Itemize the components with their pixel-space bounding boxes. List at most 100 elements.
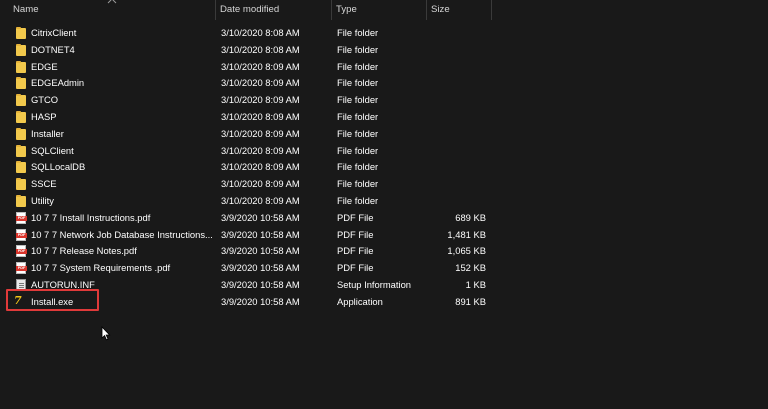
folder-icon xyxy=(15,178,28,191)
file-size xyxy=(430,143,486,160)
file-type: Application xyxy=(337,295,383,307)
pdf-icon xyxy=(15,211,28,225)
file-row[interactable]: DOTNET4 3/10/2020 8:08 AM File folder xyxy=(0,42,768,59)
file-row[interactable]: SQLLocalDB 3/10/2020 8:09 AM File folder xyxy=(0,159,768,176)
file-type: File folder xyxy=(337,178,379,190)
file-size: 891 KB xyxy=(455,295,486,307)
file-size xyxy=(430,193,486,210)
column-header-date-modified[interactable]: Date modified xyxy=(216,0,332,20)
file-row[interactable]: 10 7 7 Release Notes.pdf 3/9/2020 10:58 A… xyxy=(0,243,768,260)
file-name: 10 7 7 System Requirements .pdf xyxy=(31,262,171,274)
file-date-modified: 3/9/2020 10:58 AM xyxy=(221,279,300,290)
file-date-modified: 3/10/2020 8:09 AM xyxy=(221,60,300,72)
file-date-modified: 3/10/2020 8:08 AM xyxy=(221,27,300,38)
file-date-modified: 3/10/2020 8:09 AM xyxy=(221,195,300,206)
file-type: File folder xyxy=(337,94,379,106)
file-explorer-details-view: Name Date modified Type Size CitrixClien… xyxy=(0,0,768,409)
file-date-modified: 3/10/2020 8:09 AM xyxy=(221,178,300,190)
file-row[interactable]: CitrixClient 3/10/2020 8:08 AM File folder xyxy=(0,25,768,42)
folder-icon xyxy=(15,43,28,57)
pdf-icon xyxy=(15,228,28,242)
file-name: Utility xyxy=(31,195,54,206)
file-row[interactable]: 10 7 7 System Requirements .pdf 3/9/2020 … xyxy=(0,260,768,277)
file-row[interactable]: Utility 3/10/2020 8:09 AM File folder xyxy=(0,193,768,210)
file-date-modified: 3/10/2020 8:09 AM xyxy=(221,111,300,122)
folder-icon xyxy=(15,144,28,158)
file-row[interactable]: 7 Install.exe 3/9/2020 10:58 AM Application… xyxy=(0,294,768,311)
file-name: DOTNET4 xyxy=(31,43,75,55)
file-row[interactable]: EDGE 3/10/2020 8:09 AM File folder xyxy=(0,59,768,76)
file-date-modified: 3/9/2020 10:58 AM xyxy=(221,262,300,274)
column-header-name[interactable]: Name xyxy=(9,0,216,20)
file-type: File folder xyxy=(337,60,379,72)
file-name: 10 7 7 Release Notes.pdf xyxy=(31,245,137,257)
folder-icon xyxy=(15,77,28,90)
file-size: 1 KB xyxy=(465,279,486,290)
column-header-row: Name Date modified Type Size xyxy=(0,0,768,20)
pdf-icon xyxy=(15,262,28,275)
file-type: PDF File xyxy=(337,262,374,274)
file-name: EDGEAdmin xyxy=(31,77,85,89)
folder-icon xyxy=(15,94,28,107)
file-type: File folder xyxy=(337,111,379,122)
file-name: 10 7 7 Network Job Database Instructions… xyxy=(31,228,213,240)
file-row[interactable]: HASP 3/10/2020 8:09 AM File folder xyxy=(0,109,768,126)
file-type: File folder xyxy=(337,27,379,38)
file-date-modified: 3/9/2020 10:58 AM xyxy=(221,228,300,240)
file-size xyxy=(430,109,486,126)
file-date-modified: 3/10/2020 8:09 AM xyxy=(221,127,300,139)
file-row[interactable]: SSCE 3/10/2020 8:09 AM File folder xyxy=(0,176,768,193)
file-name: SSCE xyxy=(31,178,57,190)
file-name: Installer xyxy=(31,127,64,139)
file-date-modified: 3/10/2020 8:09 AM xyxy=(221,94,300,106)
file-row[interactable]: GTCO 3/10/2020 8:09 AM File folder xyxy=(0,92,768,109)
file-date-modified: 3/10/2020 8:09 AM xyxy=(221,161,300,173)
file-name: CitrixClient xyxy=(31,27,77,38)
file-size xyxy=(430,75,486,92)
file-row[interactable]: SQLClient 3/10/2020 8:09 AM File folder xyxy=(0,143,768,160)
file-row[interactable]: AUTORUN.INF 3/9/2020 10:58 AM Setup Inform… xyxy=(0,277,768,294)
folder-icon xyxy=(15,161,28,174)
file-size xyxy=(430,59,486,76)
folder-icon xyxy=(15,111,28,124)
file-row[interactable]: 10 7 7 Network Job Database Instructions… xyxy=(0,227,768,244)
file-size: 1,481 KB xyxy=(447,228,486,240)
file-name: EDGE xyxy=(31,60,58,72)
folder-icon xyxy=(15,127,28,141)
file-size: 689 KB xyxy=(455,211,486,223)
file-name: HASP xyxy=(31,111,57,122)
file-name: SQLClient xyxy=(31,144,74,156)
file-type: File folder xyxy=(337,195,379,206)
file-date-modified: 3/9/2020 10:58 AM xyxy=(221,295,300,307)
file-name: SQLLocalDB xyxy=(31,161,86,173)
file-row[interactable]: EDGEAdmin 3/10/2020 8:09 AM File folder xyxy=(0,75,768,92)
highlight-box xyxy=(6,289,99,311)
folder-icon xyxy=(15,195,28,208)
file-date-modified: 3/10/2020 8:09 AM xyxy=(221,144,300,156)
file-size xyxy=(430,126,486,143)
file-name: GTCO xyxy=(31,94,59,106)
file-date-modified: 3/9/2020 10:58 AM xyxy=(221,245,300,257)
folder-icon xyxy=(15,60,28,74)
column-header-type[interactable]: Type xyxy=(332,0,427,20)
file-type: File folder xyxy=(337,127,379,139)
file-type: File folder xyxy=(337,144,379,156)
file-size xyxy=(430,176,486,193)
file-type: Setup Information xyxy=(337,279,412,290)
file-type: PDF File xyxy=(337,228,374,240)
file-row[interactable]: Installer 3/10/2020 8:09 AM File folder xyxy=(0,126,768,143)
file-date-modified: 3/9/2020 10:58 AM xyxy=(221,211,300,223)
file-size: 152 KB xyxy=(455,262,486,274)
file-type: File folder xyxy=(337,161,379,173)
file-type: File folder xyxy=(337,77,379,89)
file-size xyxy=(430,25,486,42)
column-header-size[interactable]: Size xyxy=(427,0,492,20)
folder-icon xyxy=(15,27,28,40)
file-row[interactable]: 10 7 7 Install Instructions.pdf 3/9/2020 … xyxy=(0,210,768,227)
file-name: 10 7 7 Install Instructions.pdf xyxy=(31,211,151,223)
file-type: PDF File xyxy=(337,211,374,223)
pdf-icon xyxy=(15,245,28,258)
mouse-cursor-icon xyxy=(101,326,111,341)
file-size xyxy=(430,42,486,59)
file-size: 1,065 KB xyxy=(447,245,486,257)
